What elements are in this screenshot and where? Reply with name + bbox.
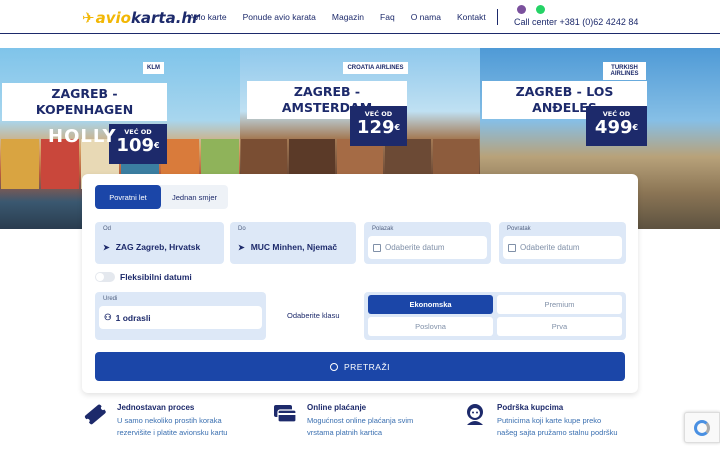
tab-one-way[interactable]: Jednan smjer xyxy=(161,185,228,209)
search-icon xyxy=(329,362,338,371)
feature-description: Mogućnost online plaćanja svim vrstama p… xyxy=(307,416,414,437)
klm-logo: KLM xyxy=(143,62,164,74)
departure-label: Polazak xyxy=(372,226,394,232)
ticket-icon xyxy=(84,404,106,425)
whatsapp-icon[interactable] xyxy=(536,5,545,14)
nav-avio-karte[interactable]: Avio karte xyxy=(189,12,227,22)
departure-date-input[interactable]: Odaberite datum xyxy=(368,236,487,259)
nav-o-nama[interactable]: O nama xyxy=(411,12,441,22)
main-nav: Avio karte Ponude avio karata Magazin Fa… xyxy=(189,12,502,22)
promo-title-line1: ZAGREB - xyxy=(51,86,118,101)
recaptcha-icon xyxy=(694,419,710,436)
calendar-icon xyxy=(508,243,516,252)
feature-title: Podrška kupcima xyxy=(497,403,564,412)
passengers-icon: ⚇ xyxy=(104,312,112,322)
site-logo[interactable]: ✈ avio karta.hr xyxy=(82,9,200,27)
flexible-dates-toggle[interactable] xyxy=(95,272,115,282)
flexible-dates-row: Fleksibilni datumi xyxy=(95,272,192,282)
price-value: 129€ xyxy=(356,117,401,138)
tab-round-trip[interactable]: Povratni let xyxy=(95,185,161,209)
passengers-input[interactable]: ⚇ 1 odrasli xyxy=(99,306,262,329)
viber-icon[interactable] xyxy=(517,5,526,14)
price-value: 109€ xyxy=(116,135,160,156)
feature-title: Jednostavan proces xyxy=(117,403,195,412)
passengers-field[interactable]: Uredi ⚇ 1 odrasli xyxy=(95,292,266,340)
credit-card-icon xyxy=(274,405,297,423)
trip-type-tabs: Povratni let Jednan smjer xyxy=(95,185,228,209)
call-center-phone[interactable]: Call center +381 (0)62 4242 84 xyxy=(514,17,638,27)
recaptcha-badge[interactable] xyxy=(684,412,720,443)
passengers-label: Uredi xyxy=(103,296,118,302)
promo-price-box: VEĆ OD 109€ xyxy=(109,124,167,164)
price-value: 499€ xyxy=(594,117,639,138)
nav-faq[interactable]: Faq xyxy=(380,12,395,22)
origin-label: Od xyxy=(103,226,112,232)
logo-accent-text: avio xyxy=(95,9,131,27)
hollywood-sign: HOLLY xyxy=(48,126,117,147)
promo-price-box: VEĆ OD 499€ xyxy=(586,106,647,146)
destination-label: Do xyxy=(238,226,246,232)
search-button[interactable]: PRETRAŽI xyxy=(95,352,625,381)
return-date-field[interactable]: Povratak Odaberite datum xyxy=(499,222,626,264)
feature-description: Putnicima koji karte kupe preko našeg sa… xyxy=(497,416,618,437)
messenger-icons xyxy=(517,5,545,14)
class-first[interactable]: Prva xyxy=(497,317,622,336)
return-label: Povratak xyxy=(507,226,531,232)
flight-search-card: Povratni let Jednan smjer Od ➤ ZAG Zagreb… xyxy=(82,174,638,393)
promo-title: ZAGREB - KOPENHAGEN xyxy=(2,83,167,121)
site-header: ✈ avio karta.hr Avio karte Ponude avio k… xyxy=(0,0,720,34)
class-economy[interactable]: Ekonomska xyxy=(368,295,493,314)
header-divider xyxy=(497,9,498,25)
class-premium[interactable]: Premium xyxy=(497,295,622,314)
feature-description: U samo nekoliko prostih koraka rezerviši… xyxy=(117,416,228,437)
support-agent-icon xyxy=(467,404,483,425)
croatia-airlines-logo: CROATIA AIRLINES xyxy=(343,62,408,74)
nav-ponude[interactable]: Ponude avio karata xyxy=(243,12,316,22)
promo-price-box: VEĆ OD 129€ xyxy=(350,106,407,146)
destination-field[interactable]: Do ➤ MUC Minhen, Njemač xyxy=(230,222,356,264)
origin-value[interactable]: ➤ ZAG Zagreb, Hrvatsk xyxy=(103,242,220,252)
nav-magazin[interactable]: Magazin xyxy=(332,12,364,22)
departure-plane-icon: ➤ xyxy=(103,243,110,252)
cabin-class-selector: Ekonomska Premium Poslovna Prva xyxy=(364,292,626,340)
promo-title-line2: KOPENHAGEN xyxy=(35,102,134,117)
arrival-plane-icon: ➤ xyxy=(238,243,245,252)
search-button-label: PRETRAŽI xyxy=(343,361,391,372)
turkish-airlines-logo: TURKISH AIRLINES xyxy=(603,62,646,80)
plane-logo-icon: ✈ xyxy=(82,9,95,27)
feature-title: Online plaćanje xyxy=(307,403,367,412)
destination-value[interactable]: ➤ MUC Minhen, Njemač xyxy=(238,242,352,252)
origin-field[interactable]: Od ➤ ZAG Zagreb, Hrvatsk xyxy=(95,222,224,264)
class-label: Odaberite klasu xyxy=(287,311,340,320)
return-date-input[interactable]: Odaberite datum xyxy=(503,236,622,259)
departure-date-field[interactable]: Polazak Odaberite datum xyxy=(364,222,491,264)
class-business[interactable]: Poslovna xyxy=(368,317,493,336)
calendar-icon xyxy=(373,243,381,252)
nav-kontakt[interactable]: Kontakt xyxy=(457,12,486,22)
flexible-dates-label: Fleksibilni datumi xyxy=(120,272,192,282)
